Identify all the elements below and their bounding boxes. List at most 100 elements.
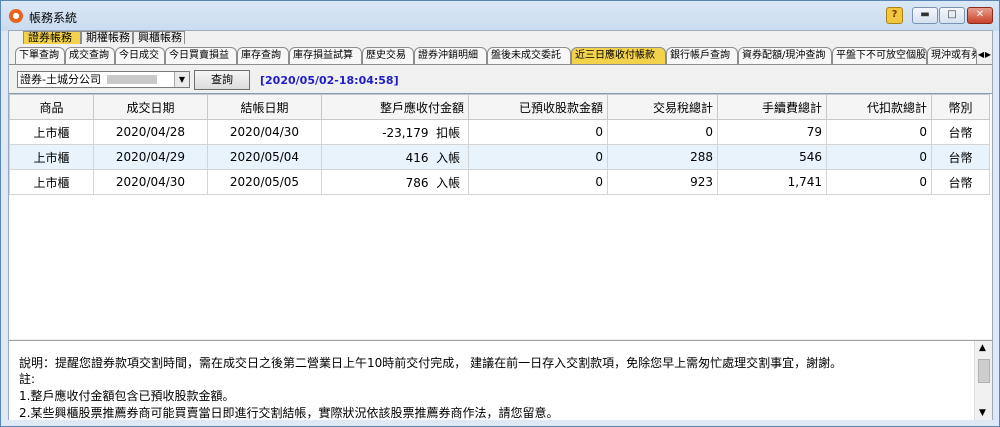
col-fee[interactable]: 手續費總計 <box>717 94 827 120</box>
tab-label: 期權帳務 <box>86 31 130 44</box>
app-logo-icon: ● <box>9 9 23 23</box>
close-button[interactable]: ✕ <box>967 7 993 24</box>
cell-fee: 79 <box>717 119 827 145</box>
subtab-daytrade-quota[interactable]: 現沖或有券配額 <box>927 47 977 64</box>
close-icon: ✕ <box>975 9 985 20</box>
query-timestamp: [2020/05/02-18:04:58] <box>260 74 399 87</box>
receivables-table: 商品 成交日期 結帳日期 整戶應收付金額 已預收股款金額 交易稅總計 手續費總計… <box>9 93 992 339</box>
subtab-three-day-receivables[interactable]: 近三日應收付帳款 <box>571 47 666 64</box>
subtab-label: 證券沖銷明細 <box>418 50 478 61</box>
filter-bar: 證券-土城分公司 ▼ 查詢 [2020/05/02-18:04:58] <box>9 65 992 93</box>
table-row[interactable]: 上市櫃 2020/04/29 2020/05/04 416 入帳 0 288 5… <box>9 144 990 170</box>
subtab-label: 平盤下不可放空個股 <box>836 50 926 61</box>
cell-settle-date: 2020/04/30 <box>207 119 322 145</box>
minimize-button[interactable]: ▬ <box>912 7 938 24</box>
cell-amount: -23,179 扣帳 <box>321 119 469 145</box>
subtab-label: 今日買賣損益 <box>169 50 229 61</box>
subtab-fill-query[interactable]: 成交查詢 <box>65 47 115 64</box>
subtab-inventory[interactable]: 庫存查詢 <box>237 47 289 64</box>
help-button[interactable]: ? <box>886 7 903 24</box>
account-value: 證券-土城分公司 <box>20 73 101 86</box>
subtab-inventory-pnl[interactable]: 庫存損益試算 <box>289 47 362 64</box>
cell-currency: 台幣 <box>931 144 990 170</box>
cell-product: 上市櫃 <box>9 119 94 145</box>
subtab-label: 今日成交 <box>119 50 159 61</box>
title-bar: ● 帳務系統 ? ▬ □ ✕ <box>1 1 999 31</box>
cell-amount: 416 入帳 <box>321 144 469 170</box>
note-line: 1.整戶應收付金額包含已預收股款金額。 <box>19 389 235 403</box>
subtab-no-short[interactable]: 平盤下不可放空個股 <box>832 47 927 64</box>
col-tax[interactable]: 交易稅總計 <box>607 94 718 120</box>
cell-withheld: 0 <box>826 144 932 170</box>
amount-value: 786 <box>405 175 429 190</box>
account-number-mask <box>107 75 157 84</box>
col-prepaid[interactable]: 已預收股款金額 <box>468 94 608 120</box>
amount-direction: 入帳 <box>436 175 461 190</box>
cell-fee: 546 <box>717 144 827 170</box>
app-window: ● 帳務系統 ? ▬ □ ✕ 證券帳務 期權帳務 興櫃帳務 下單查詢 成交查詢 … <box>0 0 1000 427</box>
cell-amount: 786 入帳 <box>321 169 469 195</box>
subtab-label: 成交查詢 <box>69 50 109 61</box>
chevron-down-icon[interactable]: ▼ <box>174 72 189 87</box>
cell-withheld: 0 <box>826 169 932 195</box>
table-row[interactable]: 上市櫃 2020/04/28 2020/04/30 -23,179 扣帳 0 0… <box>9 119 990 145</box>
cell-prepaid: 0 <box>468 169 608 195</box>
note-line: 2.某些興櫃股票推薦券商可能買賣當日即進行交割結帳，實際狀況依該股票推薦券商作法… <box>19 406 559 420</box>
tab-futures[interactable]: 期權帳務 <box>81 31 133 44</box>
cell-trade-date: 2020/04/30 <box>93 169 208 195</box>
scroll-thumb[interactable] <box>978 359 990 383</box>
subtab-after-hours[interactable]: 盤後未成交委託 <box>487 47 571 64</box>
table-header: 商品 成交日期 結帳日期 整戶應收付金額 已預收股款金額 交易稅總計 手續費總計… <box>9 94 990 120</box>
amount-value: 416 <box>405 150 429 165</box>
scroll-down-icon[interactable]: ▼ <box>979 408 986 418</box>
amount-direction: 入帳 <box>436 150 461 165</box>
subtab-label: 現沖或有券配額 <box>931 50 976 61</box>
subtab-history[interactable]: 歷史交易 <box>362 47 414 64</box>
maximize-button[interactable]: □ <box>939 7 965 24</box>
cell-currency: 台幣 <box>931 169 990 195</box>
cell-trade-date: 2020/04/29 <box>93 144 208 170</box>
col-withheld[interactable]: 代扣款總計 <box>826 94 932 120</box>
subtab-today-pnl[interactable]: 今日買賣損益 <box>165 47 237 64</box>
cell-trade-date: 2020/04/28 <box>93 119 208 145</box>
cell-fee: 1,741 <box>717 169 827 195</box>
subtab-label: 下單查詢 <box>19 50 59 61</box>
tab-label: 興櫃帳務 <box>138 31 182 44</box>
amount-direction: 扣帳 <box>436 125 461 140</box>
subtab-bank-account[interactable]: 銀行帳戶查詢 <box>666 47 738 64</box>
col-amount[interactable]: 整戶應收付金額 <box>321 94 469 120</box>
table-row[interactable]: 上市櫃 2020/04/30 2020/05/05 786 入帳 0 923 1… <box>9 169 990 195</box>
tab-securities[interactable]: 證券帳務 <box>23 31 81 44</box>
subtab-label: 歷史交易 <box>366 50 406 61</box>
subtab-offset-detail[interactable]: 證券沖銷明細 <box>414 47 487 64</box>
subtab-order-query[interactable]: 下單查詢 <box>15 47 65 64</box>
cell-currency: 台幣 <box>931 119 990 145</box>
amount-value: -23,179 <box>382 125 429 140</box>
cell-prepaid: 0 <box>468 144 608 170</box>
col-trade-date[interactable]: 成交日期 <box>93 94 208 120</box>
cell-settle-date: 2020/05/05 <box>207 169 322 195</box>
notes-scrollbar[interactable]: ▲ ▼ <box>974 341 992 420</box>
col-product[interactable]: 商品 <box>9 94 94 120</box>
note-line: 說明：提醒您證券款項交割時間，需在成交日之後第二營業日上午10時前交付完成， 建… <box>19 356 843 370</box>
account-select[interactable]: 證券-土城分公司 ▼ <box>17 71 190 88</box>
subtab-label: 資券配額/現沖查詢 <box>742 50 826 61</box>
tab-scroll-right-icon[interactable]: ▶ <box>984 48 992 62</box>
subtab-today-fills[interactable]: 今日成交 <box>115 47 165 64</box>
note-line: 註: <box>19 372 36 386</box>
tab-emerging[interactable]: 興櫃帳務 <box>133 31 185 44</box>
notes-panel: 說明：提醒您證券款項交割時間，需在成交日之後第二營業日上午10時前交付完成， 建… <box>9 340 992 420</box>
cell-product: 上市櫃 <box>9 144 94 170</box>
cell-tax: 288 <box>607 144 718 170</box>
col-currency[interactable]: 幣別 <box>931 94 990 120</box>
cell-tax: 0 <box>607 119 718 145</box>
subtab-label: 銀行帳戶查詢 <box>670 50 730 61</box>
col-settle-date[interactable]: 結帳日期 <box>207 94 322 120</box>
query-button[interactable]: 查詢 <box>194 70 250 90</box>
cell-product: 上市櫃 <box>9 169 94 195</box>
query-tabs: 下單查詢 成交查詢 今日成交 今日買賣損益 庫存查詢 庫存損益試算 歷史交易 證… <box>9 46 992 65</box>
subtab-label: 庫存損益試算 <box>293 50 353 61</box>
subtab-margin-quota[interactable]: 資券配額/現沖查詢 <box>738 47 832 64</box>
scroll-up-icon[interactable]: ▲ <box>979 343 986 353</box>
cell-tax: 923 <box>607 169 718 195</box>
